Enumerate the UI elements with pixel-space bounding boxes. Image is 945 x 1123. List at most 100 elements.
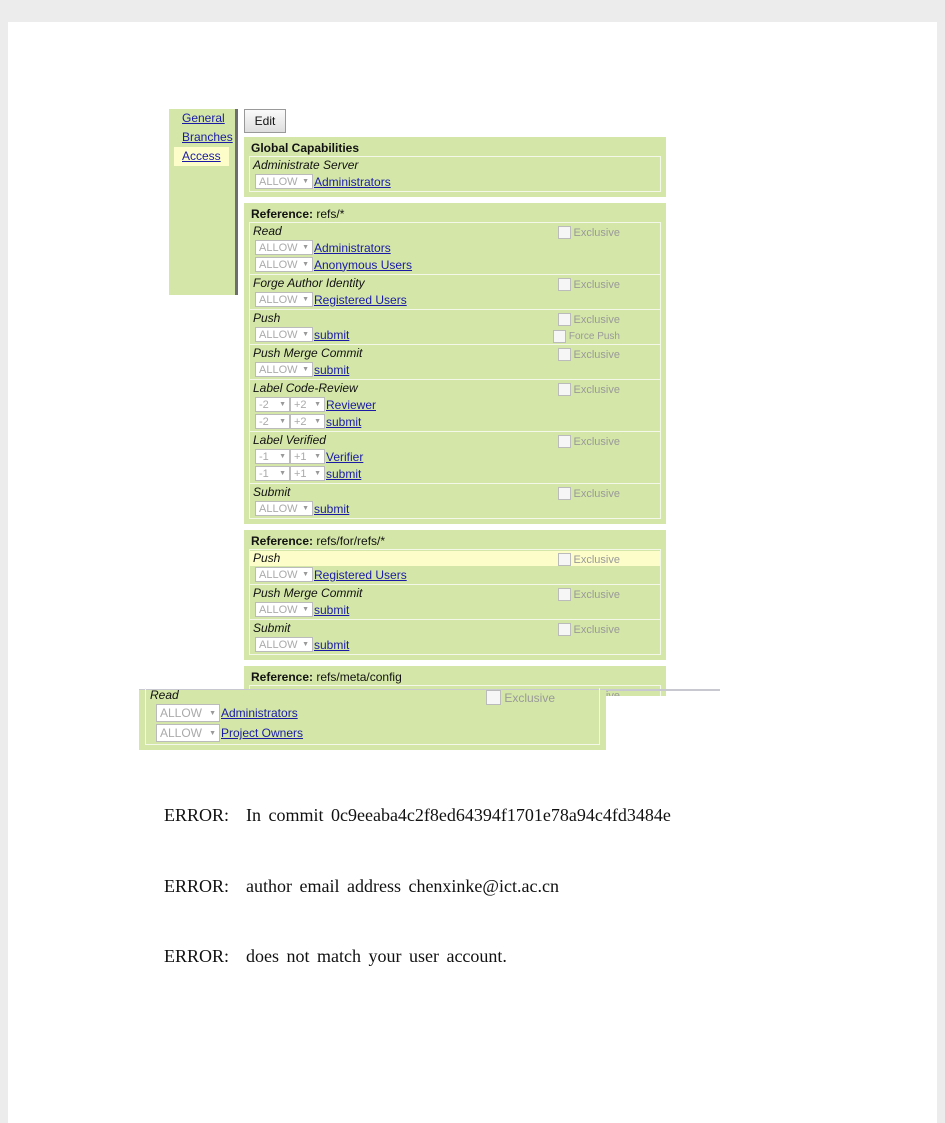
action-select[interactable]: ALLOW ▼ bbox=[255, 362, 313, 377]
checkbox[interactable] bbox=[557, 226, 571, 239]
sidebar-item-access[interactable]: Access bbox=[174, 147, 229, 166]
checkbox[interactable] bbox=[557, 588, 571, 601]
group-link[interactable]: submit bbox=[326, 467, 361, 481]
min-range-select[interactable]: -1 ▼ bbox=[255, 466, 290, 481]
group-link[interactable]: submit bbox=[314, 328, 349, 342]
checkbox[interactable] bbox=[557, 487, 571, 500]
exclusive-checkbox[interactable]: Exclusive bbox=[557, 623, 620, 636]
chevron-down-icon: ▼ bbox=[314, 418, 321, 425]
action-select[interactable]: ALLOW ▼ bbox=[255, 637, 313, 652]
group-link[interactable]: Administrators bbox=[314, 241, 391, 255]
chevron-down-icon: ▼ bbox=[279, 453, 286, 460]
checkbox[interactable] bbox=[557, 278, 571, 291]
action-select[interactable]: ALLOW ▼ bbox=[255, 257, 313, 272]
section-title-label: Reference: bbox=[251, 207, 314, 221]
exclusive-checkbox-label: Exclusive bbox=[573, 623, 620, 636]
max-range-select[interactable]: +1 ▼ bbox=[290, 466, 325, 481]
access-panel: Edit Global Capabilities Administrate Se… bbox=[244, 109, 666, 702]
exclusive-checkbox-label: Exclusive bbox=[573, 487, 620, 500]
checkbox[interactable] bbox=[557, 623, 571, 636]
permission-list: Push Exclusive ALLOW ▼ Registered Users Push … bbox=[249, 549, 661, 655]
force-push-checkbox[interactable]: Force Push bbox=[552, 330, 620, 343]
permission-rule: ALLOW ▼ Anonymous Users bbox=[250, 256, 660, 273]
group-link[interactable]: submit bbox=[314, 638, 349, 652]
action-select[interactable]: ALLOW ▼ bbox=[156, 704, 220, 722]
action-select[interactable]: ALLOW ▼ bbox=[255, 292, 313, 307]
min-range-select[interactable]: -2 ▼ bbox=[255, 414, 290, 429]
action-select[interactable]: ALLOW ▼ bbox=[255, 327, 313, 342]
exclusive-checkbox-label: Exclusive bbox=[573, 348, 620, 361]
checkbox[interactable] bbox=[557, 435, 571, 448]
action-select[interactable]: ALLOW ▼ bbox=[255, 602, 313, 617]
exclusive-checkbox[interactable]: Exclusive bbox=[557, 278, 620, 291]
max-range-select[interactable]: +2 ▼ bbox=[290, 414, 325, 429]
min-range-select[interactable]: -2 ▼ bbox=[255, 397, 290, 412]
permission-row: Push Exclusive ALLOW ▼ Registered Users bbox=[250, 550, 660, 585]
exclusive-checkbox[interactable]: Exclusive bbox=[557, 226, 620, 239]
max-range-select[interactable]: +2 ▼ bbox=[290, 397, 325, 412]
min-range-select-value: -2 bbox=[259, 415, 269, 428]
group-link[interactable]: Reviewer bbox=[326, 398, 376, 412]
exclusive-checkbox[interactable]: Exclusive bbox=[557, 487, 620, 500]
group-link[interactable]: submit bbox=[314, 363, 349, 377]
permission-row: Administrate Server ALLOW ▼ Administrators bbox=[250, 157, 660, 191]
exclusive-checkbox[interactable]: Exclusive bbox=[557, 435, 620, 448]
checkbox[interactable] bbox=[557, 348, 571, 361]
chevron-down-icon: ▼ bbox=[209, 729, 216, 737]
group-link[interactable]: submit bbox=[314, 603, 349, 617]
project-sidebar: General Branches Access bbox=[169, 109, 238, 295]
group-link[interactable]: Administrators bbox=[314, 175, 391, 189]
permission-row: Forge Author Identity Exclusive ALLOW ▼ Regi… bbox=[250, 275, 660, 310]
checkbox[interactable] bbox=[557, 383, 571, 396]
chevron-down-icon: ▼ bbox=[302, 571, 309, 578]
exclusive-checkbox[interactable]: Exclusive bbox=[557, 553, 620, 566]
section-ref-path: refs/meta/config bbox=[316, 670, 402, 684]
max-range-select[interactable]: +1 ▼ bbox=[290, 449, 325, 464]
min-range-select[interactable]: -1 ▼ bbox=[255, 449, 290, 464]
group-link[interactable]: Project Owners bbox=[221, 726, 303, 740]
chevron-down-icon: ▼ bbox=[314, 401, 321, 408]
group-link[interactable]: submit bbox=[314, 502, 349, 516]
permission-rule: ALLOW ▼ submit bbox=[250, 601, 660, 618]
sidebar-item-general[interactable]: General bbox=[174, 109, 229, 128]
group-link[interactable]: Anonymous Users bbox=[314, 258, 412, 272]
section-title: Reference: refs/meta/config bbox=[249, 669, 661, 685]
exclusive-checkbox[interactable]: Exclusive bbox=[486, 690, 555, 705]
error-line: ERROR: In commit 0c9eeaba4c2f8ed64394f170… bbox=[164, 805, 671, 826]
chevron-down-icon: ▼ bbox=[302, 641, 309, 648]
chevron-down-icon: ▼ bbox=[314, 470, 321, 477]
permission-rule: -2 ▼ +2 ▼ Reviewer bbox=[250, 396, 660, 413]
exclusive-checkbox-label: Exclusive bbox=[573, 313, 620, 326]
chevron-down-icon: ▼ bbox=[302, 505, 309, 512]
action-select[interactable]: ALLOW ▼ bbox=[156, 724, 220, 742]
group-link[interactable]: Administrators bbox=[221, 706, 298, 720]
exclusive-checkbox[interactable]: Exclusive bbox=[557, 348, 620, 361]
checkbox[interactable] bbox=[557, 313, 571, 326]
action-select-value: ALLOW bbox=[259, 328, 298, 341]
exclusive-checkbox[interactable]: Exclusive bbox=[557, 313, 620, 326]
group-link[interactable]: submit bbox=[326, 415, 361, 429]
checkbox[interactable] bbox=[486, 690, 502, 705]
permission-rule: ALLOW ▼ Administrators bbox=[250, 239, 660, 256]
action-select-value: ALLOW bbox=[259, 258, 298, 271]
edit-button[interactable]: Edit bbox=[244, 109, 286, 133]
max-range-select-value: +1 bbox=[294, 450, 307, 463]
checkbox[interactable] bbox=[557, 553, 571, 566]
group-link[interactable]: Verifier bbox=[326, 450, 363, 464]
max-range-select-value: +2 bbox=[294, 415, 307, 428]
action-select[interactable]: ALLOW ▼ bbox=[255, 240, 313, 255]
action-select[interactable]: ALLOW ▼ bbox=[255, 501, 313, 516]
min-range-select-value: -1 bbox=[259, 467, 269, 480]
exclusive-checkbox[interactable]: Exclusive bbox=[557, 383, 620, 396]
permission-rule: ALLOW ▼ Administrators bbox=[250, 173, 660, 190]
group-link[interactable]: Registered Users bbox=[314, 568, 407, 582]
action-select[interactable]: ALLOW ▼ bbox=[255, 174, 313, 189]
chevron-down-icon: ▼ bbox=[279, 470, 286, 477]
checkbox[interactable] bbox=[552, 330, 566, 343]
action-select[interactable]: ALLOW ▼ bbox=[255, 567, 313, 582]
action-select-value: ALLOW bbox=[160, 726, 203, 740]
permission-rule: -1 ▼ +1 ▼ Verifier bbox=[250, 448, 660, 465]
group-link[interactable]: Registered Users bbox=[314, 293, 407, 307]
sidebar-item-branches[interactable]: Branches bbox=[174, 128, 233, 147]
exclusive-checkbox[interactable]: Exclusive bbox=[557, 588, 620, 601]
